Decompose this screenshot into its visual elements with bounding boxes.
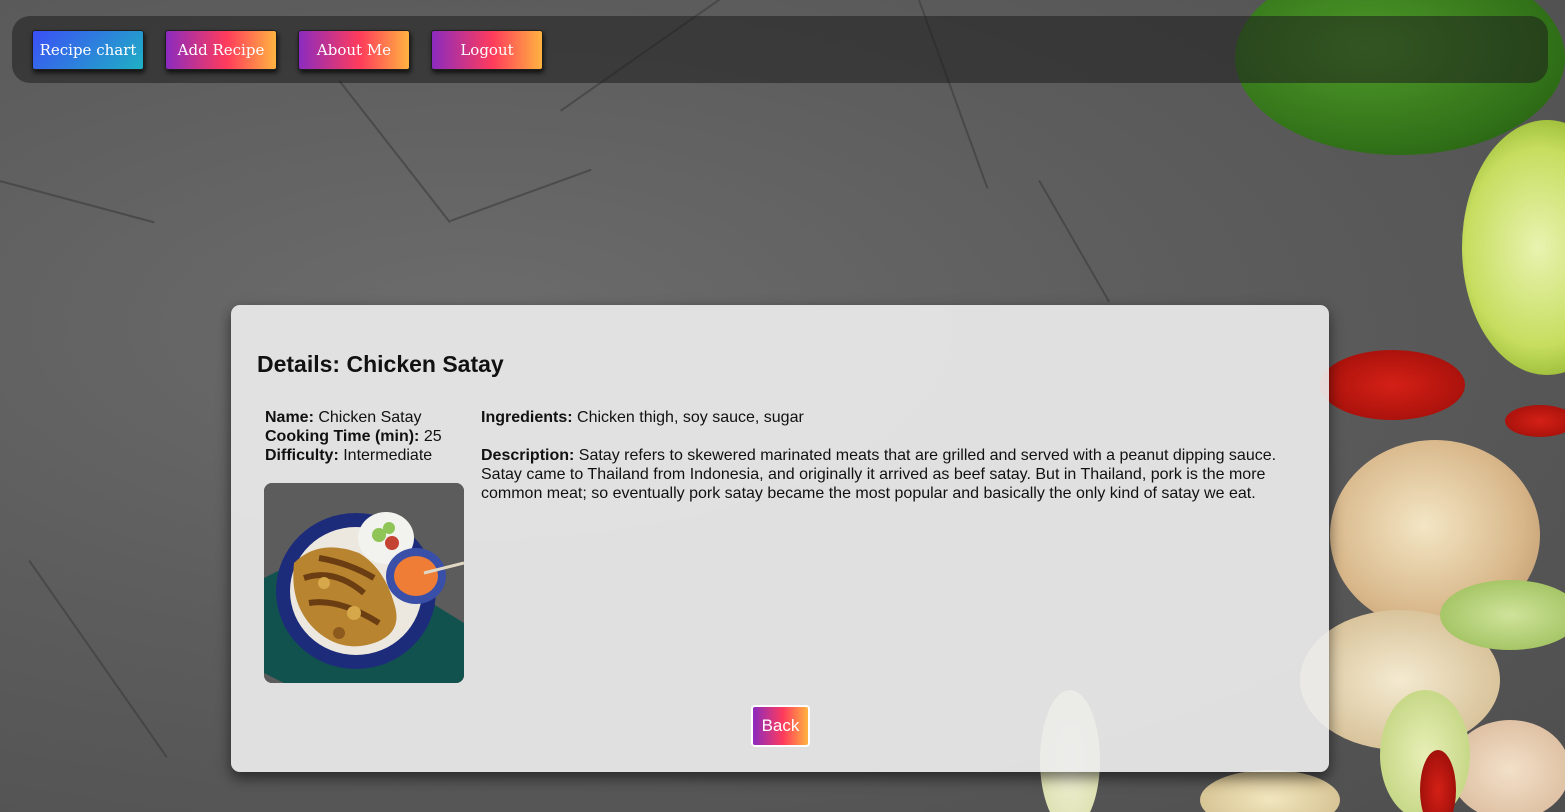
recipe-description-block: Ingredients: Chicken thigh, soy sauce, s… — [481, 408, 1281, 503]
cooking-time-row: Cooking Time (min): 25 — [265, 427, 442, 446]
recipe-name-label: Name: — [265, 409, 314, 426]
ingredients-label: Ingredients: — [481, 409, 573, 426]
ingredients-row: Ingredients: Chicken thigh, soy sauce, s… — [481, 408, 1281, 427]
recipe-name-row: Name: Chicken Satay — [265, 408, 442, 427]
recipe-photo — [264, 483, 464, 683]
nav-recipe-chart-button[interactable]: Recipe chart — [32, 29, 144, 70]
ingredients-value: Chicken thigh, soy sauce, sugar — [572, 409, 804, 426]
chicken-satay-plate-image — [264, 483, 464, 683]
description-label: Description: — [481, 447, 575, 464]
difficulty-value: Intermediate — [338, 447, 433, 464]
difficulty-row: Difficulty: Intermediate — [265, 446, 442, 465]
difficulty-label: Difficulty: — [265, 447, 339, 464]
recipe-details-card: Details: Chicken Satay Name: Chicken Sat… — [231, 305, 1329, 772]
nav-logout-button[interactable]: Logout — [431, 29, 543, 70]
cooking-time-label: Cooking Time (min): — [265, 428, 420, 445]
page-title: Details: Chicken Satay — [257, 351, 504, 377]
description-row: Description: Satay refers to skewered ma… — [481, 446, 1281, 503]
recipe-meta: Name: Chicken Satay Cooking Time (min): … — [265, 408, 442, 465]
nav-about-me-button[interactable]: About Me — [298, 29, 410, 70]
nav-add-recipe-button[interactable]: Add Recipe — [165, 29, 277, 70]
description-value: Satay refers to skewered marinated meats… — [481, 447, 1277, 502]
top-navigation-bar: Recipe chart Add Recipe About Me Logout — [12, 16, 1548, 83]
back-button[interactable]: Back — [751, 705, 810, 747]
cooking-time-value: 25 — [419, 428, 442, 445]
recipe-name-value: Chicken Satay — [313, 409, 422, 426]
